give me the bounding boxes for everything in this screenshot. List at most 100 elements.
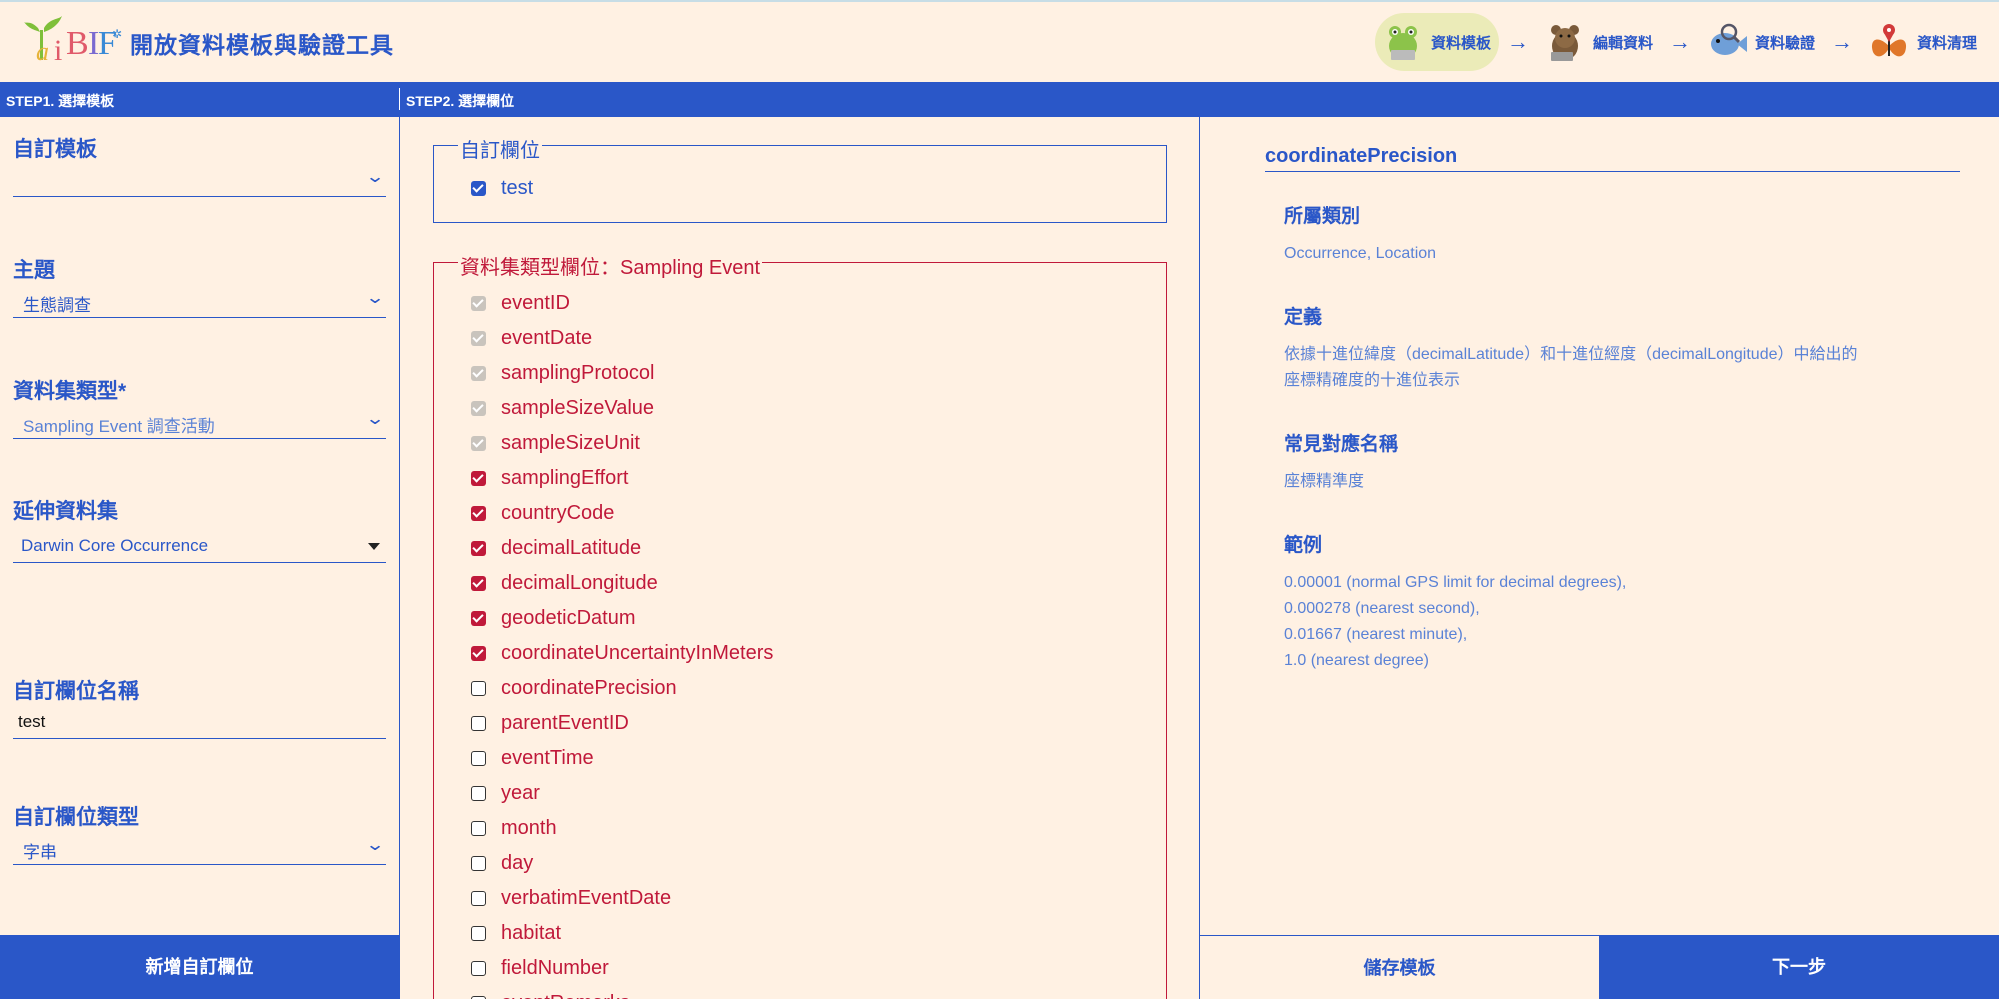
arrow-icon: → [1830, 29, 1853, 54]
field-checkbox-row[interactable]: decimalLongitude [471, 570, 658, 596]
checkbox[interactable] [471, 750, 486, 766]
category-heading: 所屬類別 [1284, 206, 1361, 227]
dataset-type-select[interactable]: Sampling Event 調查活動 ⌄ [13, 405, 386, 439]
checkbox[interactable] [471, 785, 486, 801]
step-edit[interactable]: 編輯資料 [1537, 13, 1661, 71]
checkbox[interactable] [471, 855, 486, 871]
definition-line: 座標精確度的十進位表示 [1284, 372, 1461, 389]
taibif-logo[interactable]: a i B I F ✲ [24, 14, 124, 70]
step-clean[interactable]: 資料清理 [1861, 13, 1985, 71]
theme-field: 主題 生態調查 ⌄ [13, 254, 386, 318]
checkbox[interactable] [471, 505, 486, 521]
sampling-event-fieldset: 資料集類型欄位：Sampling Event eventID eventDate s… [433, 251, 1167, 999]
next-step-button[interactable]: 下一步 [1599, 935, 1999, 999]
field-checkbox-row[interactable]: sampleSizeValue [471, 395, 654, 421]
example-line: 0.000278 (nearest second), [1284, 600, 1480, 617]
field-checkbox-row[interactable]: coordinatePrecision [471, 675, 677, 701]
term-title: coordinatePrecision [1265, 145, 1458, 167]
field-checkbox-row[interactable]: decimalLatitude [471, 535, 641, 561]
svg-text:✲: ✲ [112, 27, 122, 41]
dropdown-triangle-icon [368, 543, 380, 550]
field-label: decimalLongitude [501, 571, 658, 594]
custom-template-label: 自訂模板 [13, 138, 97, 161]
step-validate[interactable]: 資料驗證 [1699, 13, 1823, 71]
checkbox[interactable] [471, 890, 486, 906]
custom-field-name-label: 自訂欄位名稱 [13, 680, 139, 703]
checkbox[interactable] [471, 575, 486, 591]
checkbox[interactable] [471, 820, 486, 836]
sampling-event-legend: 資料集類型欄位：Sampling Event [458, 251, 763, 280]
checkbox[interactable] [471, 645, 486, 661]
svg-text:i: i [54, 34, 62, 67]
dataset-type-value: Sampling Event 調查活動 [23, 417, 215, 436]
field-checkbox-row[interactable]: day [471, 850, 533, 876]
field-checkbox-row[interactable]: coordinateUncertaintyInMeters [471, 640, 773, 666]
custom-field-type-label: 自訂欄位類型 [13, 806, 139, 829]
field-checkbox-row[interactable]: countryCode [471, 500, 614, 526]
field-checkbox-row[interactable]: geodeticDatum [471, 605, 636, 631]
checkbox[interactable] [471, 715, 486, 731]
field-checkbox-row[interactable]: month [471, 815, 557, 841]
svg-text:a: a [36, 37, 49, 66]
chevron-down-icon: ⌄ [364, 167, 385, 186]
custom-field-name-input[interactable] [13, 705, 386, 739]
checkbox[interactable] [471, 995, 486, 999]
save-template-button[interactable]: 儲存模板 [1200, 935, 1599, 999]
field-label: test [501, 176, 534, 199]
common-names-text: 座標精準度 [1284, 469, 1964, 495]
examples-heading: 範例 [1284, 535, 1323, 556]
chevron-down-icon: ⌄ [364, 409, 385, 428]
category-line: Occurrence, Location [1284, 245, 1437, 262]
template-panel: 自訂模板 ⌄ 主題 生態調查 ⌄ 資料集類型* Sampling Event 調… [0, 117, 399, 999]
field-checkbox-row[interactable]: sampleSizeUnit [471, 430, 640, 456]
checkbox[interactable] [471, 960, 486, 976]
app-header: a i B I F ✲ 開放資料模板與驗證工具 資料模板 → 編輯資料 → 資料… [0, 2, 1999, 81]
custom-field-type-select[interactable]: 字串 ⌄ [13, 831, 386, 865]
custom-fields-legend: 自訂欄位 [458, 134, 542, 163]
checkbox[interactable] [471, 610, 486, 626]
examples-text: 0.00001 (normal GPS limit for decimal de… [1284, 570, 1964, 674]
add-custom-field-button[interactable]: 新增自訂欄位 [0, 935, 399, 999]
definition-text: 依據十進位緯度（decimalLatitude）和十進位經度（decimalLo… [1284, 342, 1964, 394]
checkbox[interactable] [471, 470, 486, 486]
theme-select[interactable]: 生態調查 ⌄ [13, 284, 386, 318]
field-label: habitat [501, 921, 562, 944]
field-checkbox-row[interactable]: test [471, 175, 533, 201]
field-checkbox-row[interactable]: year [471, 780, 540, 806]
fish-magnifier-icon [1710, 23, 1747, 55]
field-checkbox-row[interactable]: eventRemarks [471, 990, 630, 999]
extension-label: 延伸資料集 [13, 500, 118, 523]
field-checkbox-row[interactable]: eventID [471, 290, 570, 316]
field-label: parentEventID [501, 711, 629, 734]
butterfly-pin-icon [1871, 24, 1907, 57]
example-line: 0.00001 (normal GPS limit for decimal de… [1284, 574, 1627, 591]
field-checkbox-row[interactable]: verbatimEventDate [471, 885, 671, 911]
step1-heading: STEP1. 選擇模板 [6, 93, 115, 109]
field-checkbox-row[interactable]: parentEventID [471, 710, 629, 736]
app-title: 開放資料模板與驗證工具 [130, 32, 394, 58]
example-line: 1.0 (nearest degree) [1284, 652, 1429, 669]
field-checkbox-row[interactable]: samplingEffort [471, 465, 628, 491]
extension-select[interactable]: Darwin Core Occurrence [13, 529, 386, 563]
checkbox[interactable] [471, 680, 486, 696]
field-checkbox-row[interactable]: eventTime [471, 745, 594, 771]
field-checkbox-row[interactable]: eventDate [471, 325, 592, 351]
field-label: year [501, 781, 540, 804]
common-names-heading: 常見對應名稱 [1284, 434, 1399, 455]
field-checkbox-row[interactable]: samplingProtocol [471, 360, 654, 386]
checkbox[interactable] [471, 540, 486, 556]
common-names-line: 座標精準度 [1284, 473, 1365, 490]
field-checkbox-row[interactable]: habitat [471, 920, 561, 946]
checkbox[interactable] [471, 925, 486, 941]
field-label: sampleSizeUnit [501, 431, 640, 454]
arrow-icon: → [1668, 29, 1691, 54]
custom-template-select[interactable]: ⌄ [13, 163, 386, 197]
field-checkbox-row[interactable]: fieldNumber [471, 955, 609, 981]
custom-field-type-value: 字串 [23, 843, 57, 862]
field-label: verbatimEventDate [501, 886, 672, 909]
extension-value: Darwin Core Occurrence [21, 536, 209, 555]
step-template[interactable]: 資料模板 [1374, 13, 1499, 71]
field-label: day [501, 851, 534, 874]
theme-label: 主題 [13, 259, 55, 282]
checkbox[interactable] [471, 180, 486, 196]
